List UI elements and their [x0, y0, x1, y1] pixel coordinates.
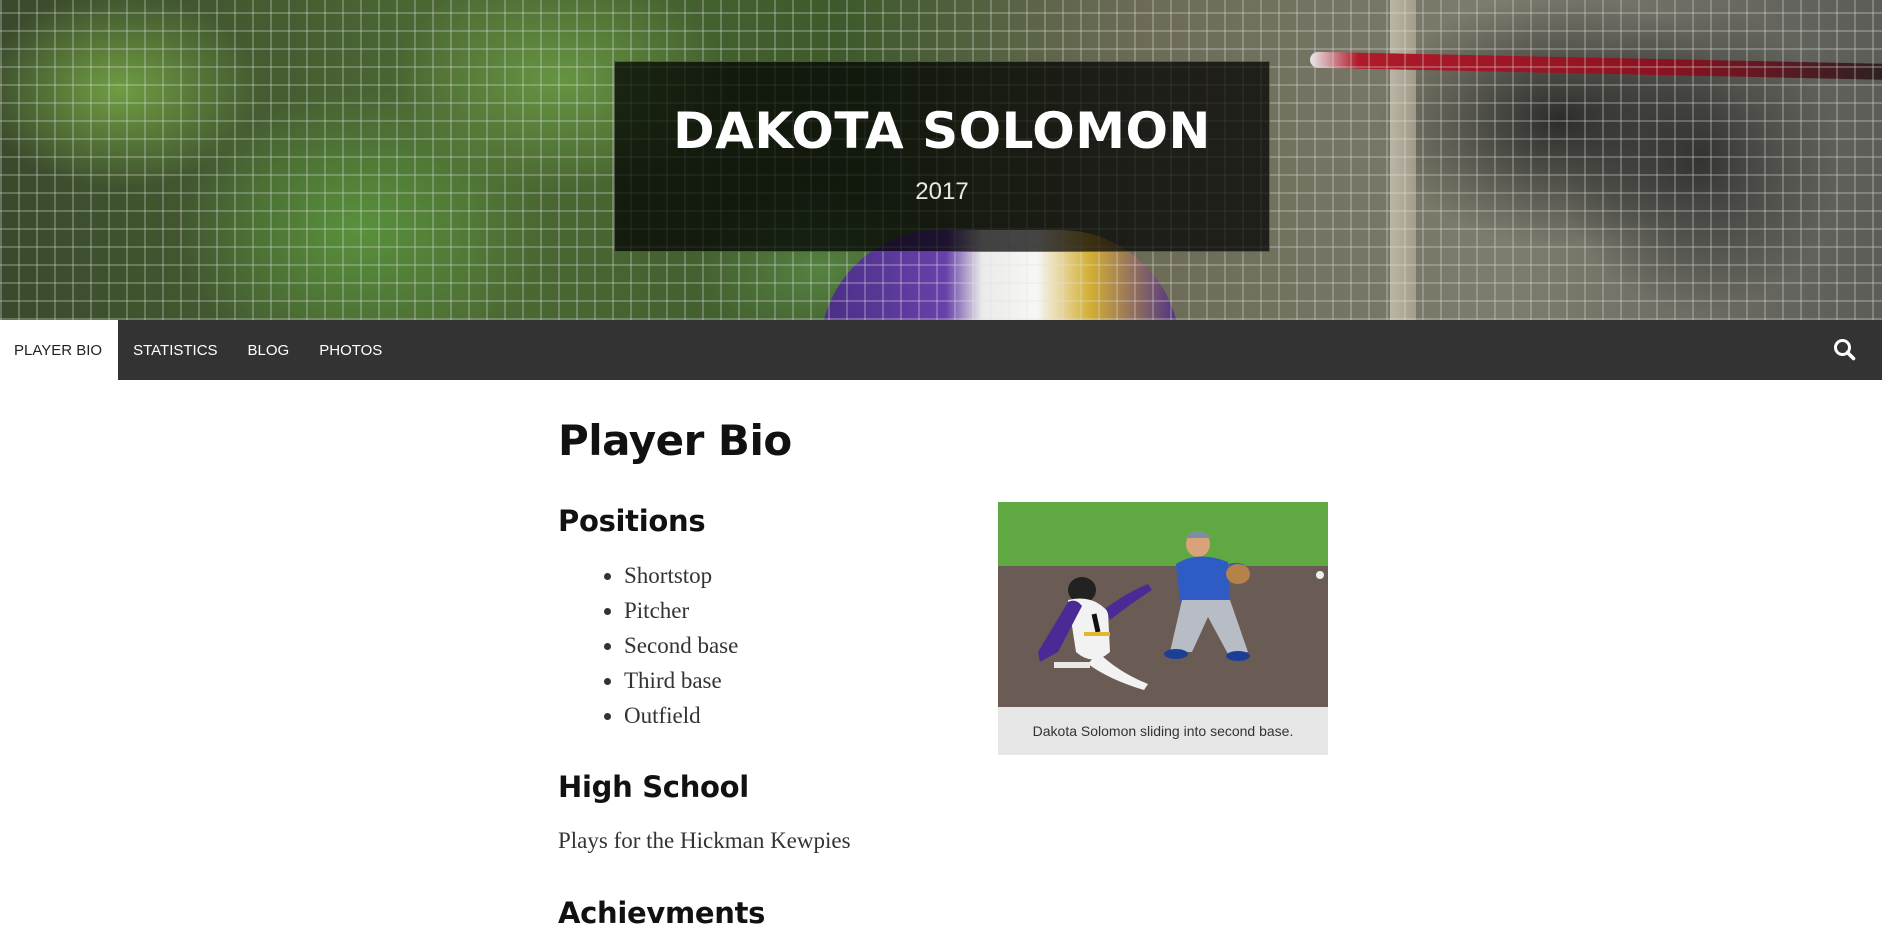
- photo-caption: Dakota Solomon sliding into second base.: [1032, 723, 1294, 739]
- nav-item-blog[interactable]: BLOG: [233, 320, 305, 380]
- player-sliding-photo[interactable]: [998, 502, 1328, 707]
- positions-list: Shortstop Pitcher Second base Third base…: [558, 558, 738, 733]
- nav-item-statistics[interactable]: STATISTICS: [118, 320, 232, 380]
- baseball-slide-illustration: [998, 502, 1328, 707]
- site-header-hero: DAKOTA SOLOMON 2017: [0, 0, 1882, 320]
- search-button[interactable]: [1830, 335, 1860, 365]
- nav-item-player-bio[interactable]: PLAYER BIO: [0, 320, 119, 380]
- main-navigation: PLAYER BIO STATISTICS BLOG PHOTOS: [0, 320, 1882, 380]
- site-title[interactable]: DAKOTA SOLOMON: [615, 106, 1269, 156]
- high-school-text: Plays for the Hickman Kewpies: [558, 828, 851, 853]
- list-item: Second base: [624, 628, 738, 663]
- page-title: Player Bio: [558, 416, 792, 465]
- list-item: Outfield: [624, 698, 738, 733]
- list-item: Third base: [624, 663, 738, 698]
- player-photo-figure: Dakota Solomon sliding into second base.: [998, 502, 1328, 755]
- site-subtitle: 2017: [915, 178, 969, 205]
- list-item: Pitcher: [624, 593, 738, 628]
- list-item: Shortstop: [624, 558, 738, 593]
- high-school-heading: High School: [558, 770, 749, 804]
- nav-menu: PLAYER BIO STATISTICS BLOG PHOTOS: [0, 320, 1882, 380]
- achievements-heading: Achievments: [558, 896, 766, 930]
- site-title-box: DAKOTA SOLOMON 2017: [614, 61, 1270, 252]
- positions-heading: Positions: [558, 504, 706, 538]
- nav-item-photos[interactable]: PHOTOS: [304, 320, 397, 380]
- search-icon: [1834, 339, 1856, 361]
